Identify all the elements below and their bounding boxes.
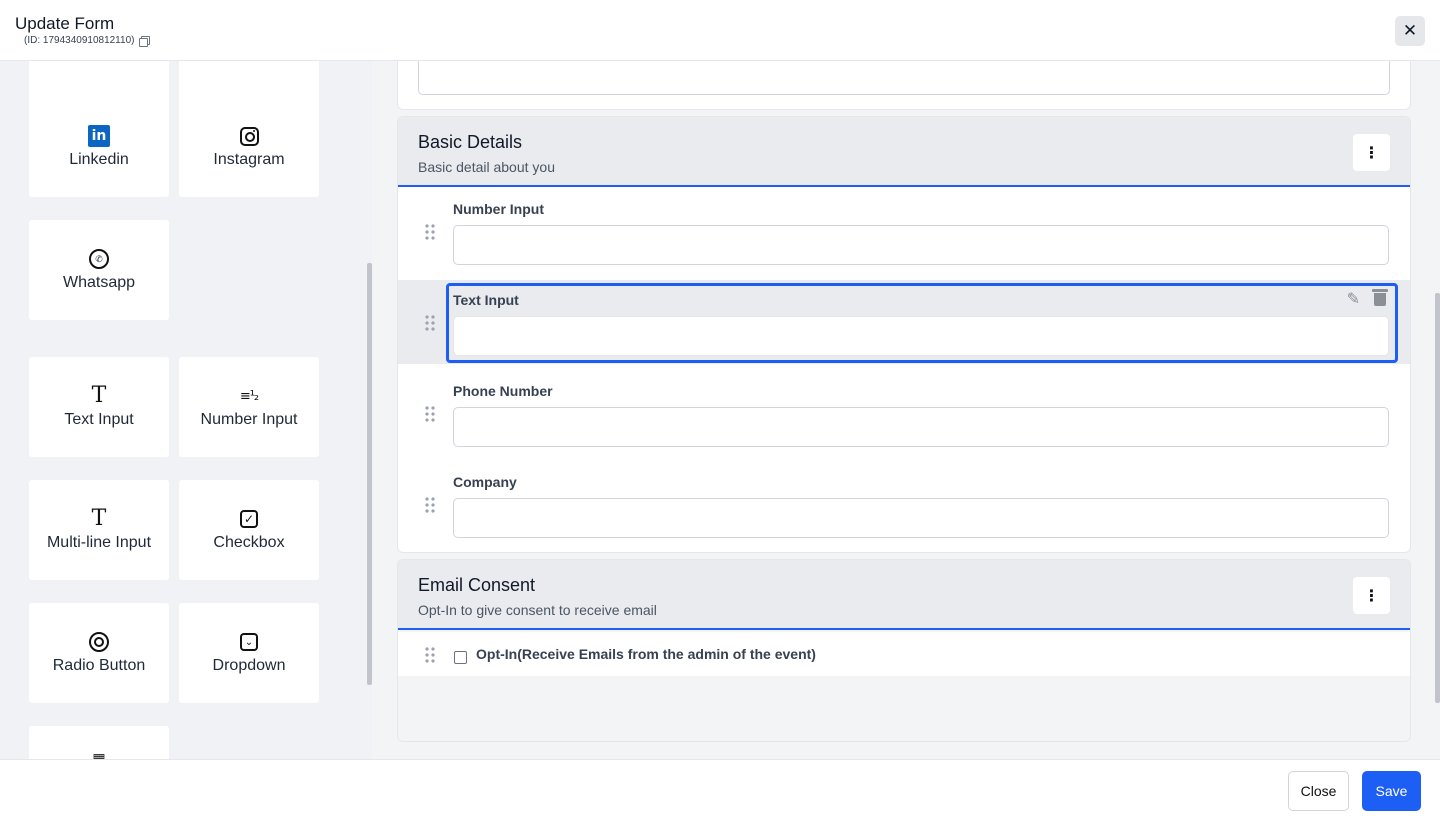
field-label: Phone Number	[453, 383, 553, 399]
palette-tile-dropdown[interactable]: ⌄ Dropdown	[179, 603, 319, 703]
palette-tile-whatsapp[interactable]: ✆ Whatsapp	[29, 220, 169, 320]
calendar-icon: ▦	[92, 750, 106, 759]
opt-in-checkbox[interactable]	[454, 651, 467, 664]
more-options-icon[interactable]: ⋮	[1353, 577, 1390, 614]
palette-tile-text-input[interactable]: T Text Input	[29, 357, 169, 457]
palette-tile-label: Dropdown	[212, 657, 286, 674]
form-id-text: (ID: 1794340910812110)	[24, 35, 135, 46]
palette-tile-linkedin[interactable]: in Linkedin	[29, 97, 169, 197]
palette-tile-number-input[interactable]: ≡¹₂ Number Input	[179, 357, 319, 457]
section-header: Email Consent Opt-In to give consent to …	[398, 560, 1410, 630]
whatsapp-icon: ✆	[89, 249, 109, 269]
form-id: (ID: 1794340910812110)	[24, 35, 151, 47]
multiline-input-icon: T	[91, 506, 107, 531]
section-title: Email Consent	[418, 575, 536, 595]
drag-handle-icon[interactable]	[424, 223, 436, 241]
delete-icon[interactable]	[1372, 289, 1388, 306]
drag-handle-icon[interactable]	[424, 646, 436, 664]
partial-input[interactable]	[418, 61, 1390, 95]
field-row-opt-in: Opt-In(Receive Emails from the admin of …	[398, 632, 1410, 676]
palette-tile-label: Checkbox	[213, 534, 285, 551]
drag-handle-icon[interactable]	[424, 405, 436, 423]
drag-handle-icon[interactable]	[424, 314, 436, 332]
linkedin-icon: in	[88, 125, 110, 147]
copy-icon[interactable]	[139, 35, 151, 47]
form-panel-partial	[397, 61, 1411, 110]
field-label: Number Input	[453, 201, 544, 217]
radio-button-icon	[89, 632, 109, 652]
field-palette: in Linkedin Instagram ✆ Whatsapp T Text …	[0, 61, 372, 759]
section-title: Basic Details	[418, 132, 523, 152]
section-email-consent: Email Consent Opt-In to give consent to …	[397, 559, 1411, 742]
text-input-field[interactable]	[453, 316, 1389, 356]
canvas-scrollbar[interactable]	[1435, 293, 1440, 703]
field-row-number-input: Number Input	[398, 189, 1410, 273]
phone-number-field[interactable]	[453, 407, 1389, 447]
palette-tile-label: Instagram	[213, 151, 285, 168]
palette-tile-label: Radio Button	[52, 657, 146, 674]
modal-title: Update Form	[15, 14, 115, 33]
modal-header: Update Form (ID: 1794340910812110) ✕	[0, 0, 1440, 61]
number-input-icon: ≡¹₂	[239, 388, 259, 404]
checkbox-icon: ✓	[240, 510, 258, 528]
palette-tile-label: Multi-line Input	[46, 534, 152, 551]
more-options-icon[interactable]: ⋮	[1353, 134, 1390, 171]
number-input-field[interactable]	[453, 225, 1389, 265]
palette-tile-label: Linkedin	[69, 151, 129, 168]
close-icon[interactable]: ✕	[1395, 16, 1425, 46]
text-input-icon: T	[91, 383, 107, 408]
form-canvas: Basic Details Basic detail about you ⋮ N…	[372, 61, 1440, 759]
palette-tile-radio-button[interactable]: Radio Button	[29, 603, 169, 703]
dropdown-icon: ⌄	[240, 633, 258, 651]
field-row-phone-number: Phone Number	[398, 371, 1410, 455]
field-row-company: Company	[398, 462, 1410, 546]
palette-tile-label: Whatsapp	[62, 274, 136, 291]
modal-footer: Close Save	[0, 759, 1440, 837]
palette-tile-checkbox[interactable]: ✓ Checkbox	[179, 480, 319, 580]
palette-tile-label: Number Input	[200, 411, 298, 428]
save-button[interactable]: Save	[1362, 771, 1421, 811]
drag-handle-icon[interactable]	[424, 496, 436, 514]
field-label: Text Input	[453, 292, 519, 308]
instagram-icon	[239, 126, 259, 146]
section-header: Basic Details Basic detail about you ⋮	[398, 117, 1410, 187]
palette-tile-instagram[interactable]: Instagram	[179, 97, 319, 197]
field-row-text-input: Text Input ✎	[398, 280, 1410, 364]
field-label: Company	[453, 474, 517, 490]
section-basic-details: Basic Details Basic detail about you ⋮ N…	[397, 116, 1411, 553]
edit-icon[interactable]: ✎	[1347, 289, 1360, 309]
company-field[interactable]	[453, 498, 1389, 538]
opt-in-label: Opt-In(Receive Emails from the admin of …	[476, 646, 816, 662]
section-description: Basic detail about you	[418, 159, 555, 175]
palette-tile-date[interactable]: ▦	[29, 726, 169, 759]
close-button[interactable]: Close	[1288, 771, 1349, 811]
palette-tile-label: Text Input	[64, 411, 134, 428]
palette-tile-multiline-input[interactable]: T Multi-line Input	[29, 480, 169, 580]
section-description: Opt-In to give consent to receive email	[418, 602, 657, 618]
